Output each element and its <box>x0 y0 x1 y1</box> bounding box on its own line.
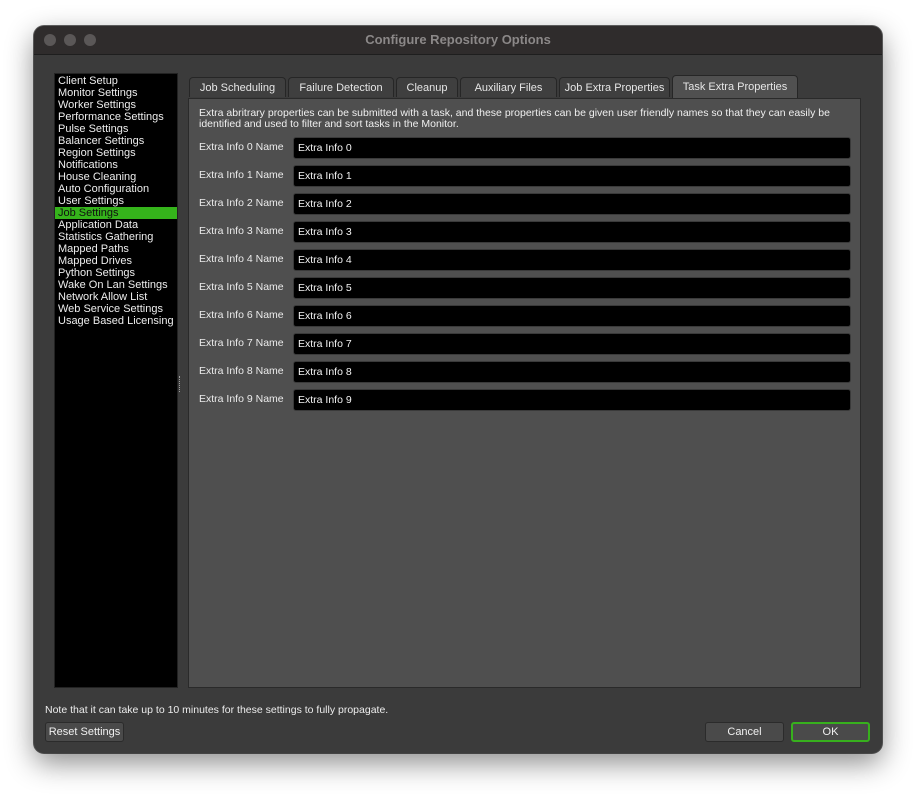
extra-info-row: Extra Info 6 Name <box>199 305 851 327</box>
extra-info-row: Extra Info 5 Name <box>199 277 851 299</box>
ok-button[interactable]: OK <box>791 722 870 742</box>
tab-auxiliary-files[interactable]: Auxiliary Files <box>460 77 557 97</box>
sidebar-item-notifications[interactable]: Notifications <box>55 159 177 171</box>
sidebar-item-statistics-gathering[interactable]: Statistics Gathering <box>55 231 177 243</box>
tab-cleanup[interactable]: Cleanup <box>396 77 458 97</box>
extra-info-6-name-input[interactable] <box>293 305 851 327</box>
sidebar-item-mapped-paths[interactable]: Mapped Paths <box>55 243 177 255</box>
sidebar-item-performance-settings[interactable]: Performance Settings <box>55 111 177 123</box>
extra-info-3-label: Extra Info 3 Name <box>199 225 284 237</box>
sidebar-item-usage-based-licensing[interactable]: Usage Based Licensing <box>55 315 177 327</box>
extra-info-row: Extra Info 7 Name <box>199 333 851 355</box>
extra-info-0-label: Extra Info 0 Name <box>199 141 284 153</box>
tab-task-extra-properties[interactable]: Task Extra Properties <box>672 75 798 99</box>
window-title: Configure Repository Options <box>365 32 551 47</box>
extra-info-row: Extra Info 3 Name <box>199 221 851 243</box>
sidebar-item-web-service-settings[interactable]: Web Service Settings <box>55 303 177 315</box>
title-bar: Configure Repository Options <box>34 26 882 55</box>
reset-settings-button[interactable]: Reset Settings <box>45 722 124 742</box>
sidebar-item-mapped-drives[interactable]: Mapped Drives <box>55 255 177 267</box>
extra-info-row: Extra Info 8 Name <box>199 361 851 383</box>
extra-info-8-label: Extra Info 8 Name <box>199 365 284 377</box>
task-extra-properties-panel: Extra abritrary properties can be submit… <box>188 98 861 688</box>
extra-info-1-label: Extra Info 1 Name <box>199 169 284 181</box>
sidebar-item-monitor-settings[interactable]: Monitor Settings <box>55 87 177 99</box>
extra-info-5-label: Extra Info 5 Name <box>199 281 284 293</box>
sidebar-item-application-data[interactable]: Application Data <box>55 219 177 231</box>
extra-info-3-name-input[interactable] <box>293 221 851 243</box>
extra-info-row: Extra Info 9 Name <box>199 389 851 411</box>
tab-failure-detection[interactable]: Failure Detection <box>288 77 394 97</box>
sidebar-item-balancer-settings[interactable]: Balancer Settings <box>55 135 177 147</box>
extra-info-4-label: Extra Info 4 Name <box>199 253 284 265</box>
splitter-handle[interactable] <box>179 376 182 392</box>
tab-job-scheduling[interactable]: Job Scheduling <box>189 77 286 97</box>
configure-repository-window: Configure Repository Options Client Setu… <box>34 26 882 753</box>
extra-info-7-label: Extra Info 7 Name <box>199 337 284 349</box>
sidebar-item-client-setup[interactable]: Client Setup <box>55 75 177 87</box>
extra-info-9-name-input[interactable] <box>293 389 851 411</box>
sidebar-item-pulse-settings[interactable]: Pulse Settings <box>55 123 177 135</box>
extra-info-2-name-input[interactable] <box>293 193 851 215</box>
panel-description: Extra abritrary properties can be submit… <box>199 107 830 130</box>
extra-info-4-name-input[interactable] <box>293 249 851 271</box>
extra-info-2-label: Extra Info 2 Name <box>199 197 284 209</box>
extra-info-7-name-input[interactable] <box>293 333 851 355</box>
sidebar-item-python-settings[interactable]: Python Settings <box>55 267 177 279</box>
sidebar-item-job-settings[interactable]: Job Settings <box>55 207 177 219</box>
extra-info-9-label: Extra Info 9 Name <box>199 393 284 405</box>
sidebar-item-network-allow-list[interactable]: Network Allow List <box>55 291 177 303</box>
extra-info-0-name-input[interactable] <box>293 137 851 159</box>
settings-category-list[interactable]: Client Setup Monitor Settings Worker Setti… <box>54 73 178 688</box>
cancel-button[interactable]: Cancel <box>705 722 784 742</box>
extra-info-6-label: Extra Info 6 Name <box>199 309 284 321</box>
extra-info-row: Extra Info 2 Name <box>199 193 851 215</box>
propagation-note: Note that it can take up to 10 minutes f… <box>45 704 389 716</box>
extra-info-row: Extra Info 0 Name <box>199 137 851 159</box>
sidebar-item-worker-settings[interactable]: Worker Settings <box>55 99 177 111</box>
extra-info-row: Extra Info 1 Name <box>199 165 851 187</box>
sidebar-item-auto-configuration[interactable]: Auto Configuration <box>55 183 177 195</box>
sidebar-item-house-cleaning[interactable]: House Cleaning <box>55 171 177 183</box>
extra-info-row: Extra Info 4 Name <box>199 249 851 271</box>
sidebar-item-region-settings[interactable]: Region Settings <box>55 147 177 159</box>
extra-info-8-name-input[interactable] <box>293 361 851 383</box>
sidebar-item-user-settings[interactable]: User Settings <box>55 195 177 207</box>
sidebar-item-wake-on-lan-settings[interactable]: Wake On Lan Settings <box>55 279 177 291</box>
extra-info-5-name-input[interactable] <box>293 277 851 299</box>
tab-job-extra-properties[interactable]: Job Extra Properties <box>559 77 670 97</box>
extra-info-1-name-input[interactable] <box>293 165 851 187</box>
